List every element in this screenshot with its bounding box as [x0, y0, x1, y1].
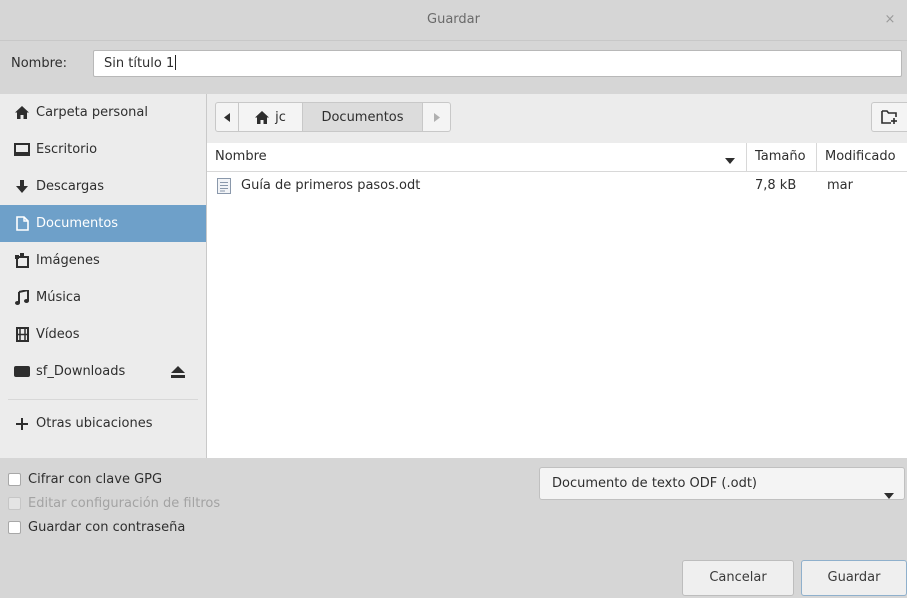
- checkbox-box: [8, 472, 21, 486]
- chevron-down-icon: [884, 480, 894, 511]
- name-row: Nombre: Sin título 1: [0, 41, 907, 87]
- path-bar: jc Documentos: [207, 94, 907, 143]
- drive-icon: [11, 353, 33, 390]
- encrypt-gpg-checkbox[interactable]: Cifrar con clave GPG: [8, 469, 162, 489]
- file-browser: jc Documentos Nombre Tamaño Modificado G…: [207, 94, 907, 458]
- sidebar-item-label: Vídeos: [36, 327, 80, 342]
- sidebar-item-pictures[interactable]: Imágenes: [0, 242, 206, 279]
- path-home-button[interactable]: jc: [239, 102, 303, 132]
- path-current-label: Documentos: [321, 109, 404, 125]
- home-icon: [255, 110, 270, 124]
- window-title: Guardar: [427, 12, 480, 27]
- cancel-button[interactable]: Cancelar: [682, 560, 794, 596]
- sidebar-item-label: Música: [36, 290, 81, 305]
- checkbox-box: [8, 496, 21, 510]
- filename-value: Sin título 1: [104, 56, 175, 71]
- path-scroll-right-button[interactable]: [423, 102, 451, 132]
- document-icon: [11, 205, 33, 242]
- checkbox-box: [8, 520, 21, 534]
- column-size[interactable]: Tamaño: [747, 143, 817, 171]
- text-caret: [175, 55, 177, 70]
- file-type-select[interactable]: Documento de texto ODF (.odt): [539, 467, 905, 500]
- download-icon: [11, 168, 33, 205]
- save-button[interactable]: Guardar: [801, 560, 907, 596]
- title-bar: Guardar ×: [0, 0, 907, 41]
- sidebar-item-documents[interactable]: Documentos: [0, 205, 206, 242]
- sidebar-item-music[interactable]: Música: [0, 279, 206, 316]
- sidebar-item-label: Escritorio: [36, 142, 98, 157]
- new-folder-icon: [881, 110, 897, 124]
- sidebar-item-label: Imágenes: [36, 253, 100, 268]
- save-password-label: Guardar con contraseña: [28, 519, 186, 535]
- file-size: 7,8 kB: [755, 178, 797, 193]
- column-modified[interactable]: Modificado: [817, 143, 907, 171]
- encrypt-gpg-label: Cifrar con clave GPG: [28, 471, 163, 487]
- sort-down-icon: [725, 153, 735, 168]
- sidebar-item-label: Otras ubicaciones: [36, 416, 153, 431]
- chevron-left-icon: [224, 112, 230, 122]
- edit-filter-label: Editar configuración de filtros: [28, 495, 221, 511]
- sidebar-separator: [8, 399, 198, 400]
- column-header: Nombre Tamaño Modificado: [207, 143, 907, 172]
- chevron-right-icon: [433, 112, 440, 122]
- new-folder-button[interactable]: [871, 102, 907, 132]
- sidebar-item-videos[interactable]: Vídeos: [0, 316, 206, 353]
- edit-filter-checkbox: Editar configuración de filtros: [8, 493, 220, 513]
- file-modified: mar: [827, 178, 853, 193]
- filename-input[interactable]: Sin título 1: [93, 50, 902, 77]
- column-name-label: Nombre: [215, 149, 267, 164]
- path-documents-button[interactable]: Documentos: [303, 102, 423, 132]
- sidebar-item-sf-downloads[interactable]: sf_Downloads: [0, 353, 206, 390]
- desktop-icon: [11, 131, 33, 168]
- sidebar-item-label: Descargas: [36, 179, 105, 194]
- file-name: Guía de primeros pasos.odt: [241, 178, 421, 193]
- pictures-icon: [11, 242, 33, 279]
- column-name[interactable]: Nombre: [207, 143, 747, 171]
- sidebar-item-label: sf_Downloads: [36, 364, 126, 379]
- path-home-label: jc: [275, 109, 286, 125]
- plus-icon: [11, 405, 33, 442]
- sidebar-item-downloads[interactable]: Descargas: [0, 168, 206, 205]
- sidebar-item-desktop[interactable]: Escritorio: [0, 131, 206, 168]
- save-password-checkbox[interactable]: Guardar con contraseña: [8, 517, 185, 537]
- file-row[interactable]: Guía de primeros pasos.odt 7,8 kB mar: [207, 173, 907, 199]
- video-icon: [11, 316, 33, 353]
- file-type-value: Documento de texto ODF (.odt): [552, 476, 757, 491]
- sidebar-item-home[interactable]: Carpeta personal: [0, 94, 206, 131]
- save-options: Cifrar con clave GPG Editar configuració…: [0, 459, 907, 598]
- eject-icon[interactable]: [171, 353, 185, 390]
- path-scroll-left-button[interactable]: [215, 102, 239, 132]
- sidebar-item-other-locations[interactable]: Otras ubicaciones: [0, 405, 206, 442]
- column-modified-label: Modificado: [825, 149, 896, 164]
- name-label: Nombre:: [11, 56, 68, 71]
- text-document-icon: [217, 178, 231, 204]
- places-sidebar: Carpeta personal Escritorio Descargas Do…: [0, 94, 207, 458]
- music-icon: [11, 279, 33, 316]
- close-icon[interactable]: ×: [881, 11, 899, 29]
- sidebar-item-label: Documentos: [36, 216, 119, 231]
- column-size-label: Tamaño: [755, 149, 806, 164]
- home-icon: [11, 94, 33, 131]
- sidebar-item-label: Carpeta personal: [36, 105, 148, 120]
